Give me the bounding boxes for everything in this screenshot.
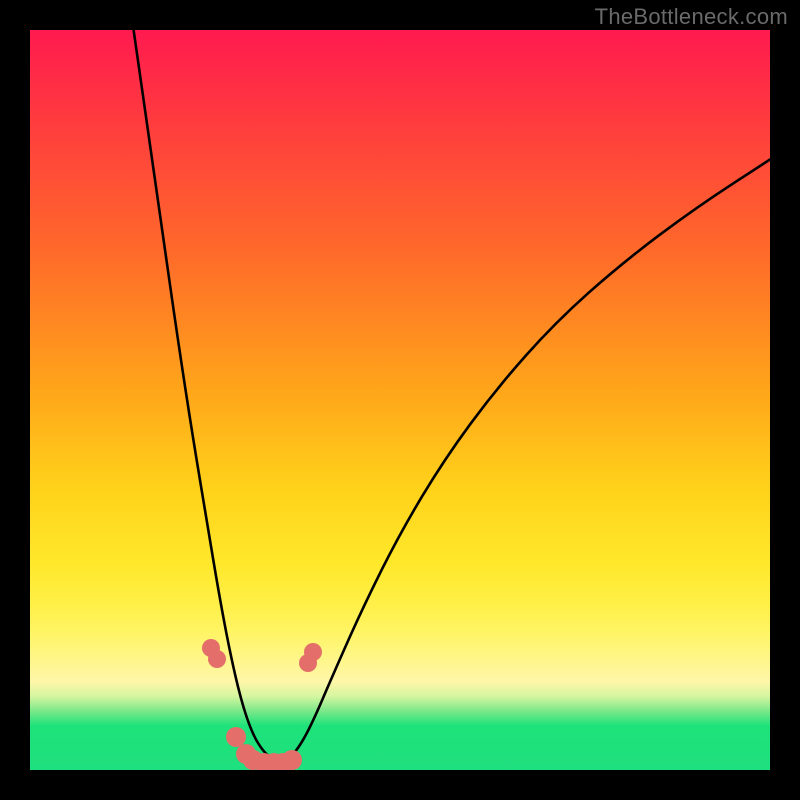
gradient-background [30,30,770,770]
scatter-dot [282,750,302,770]
scatter-dot [208,650,226,668]
scatter-dot [304,643,322,661]
stage: TheBottleneck.com [0,0,800,800]
plot-area [30,30,770,770]
watermark-text: TheBottleneck.com [595,4,788,30]
